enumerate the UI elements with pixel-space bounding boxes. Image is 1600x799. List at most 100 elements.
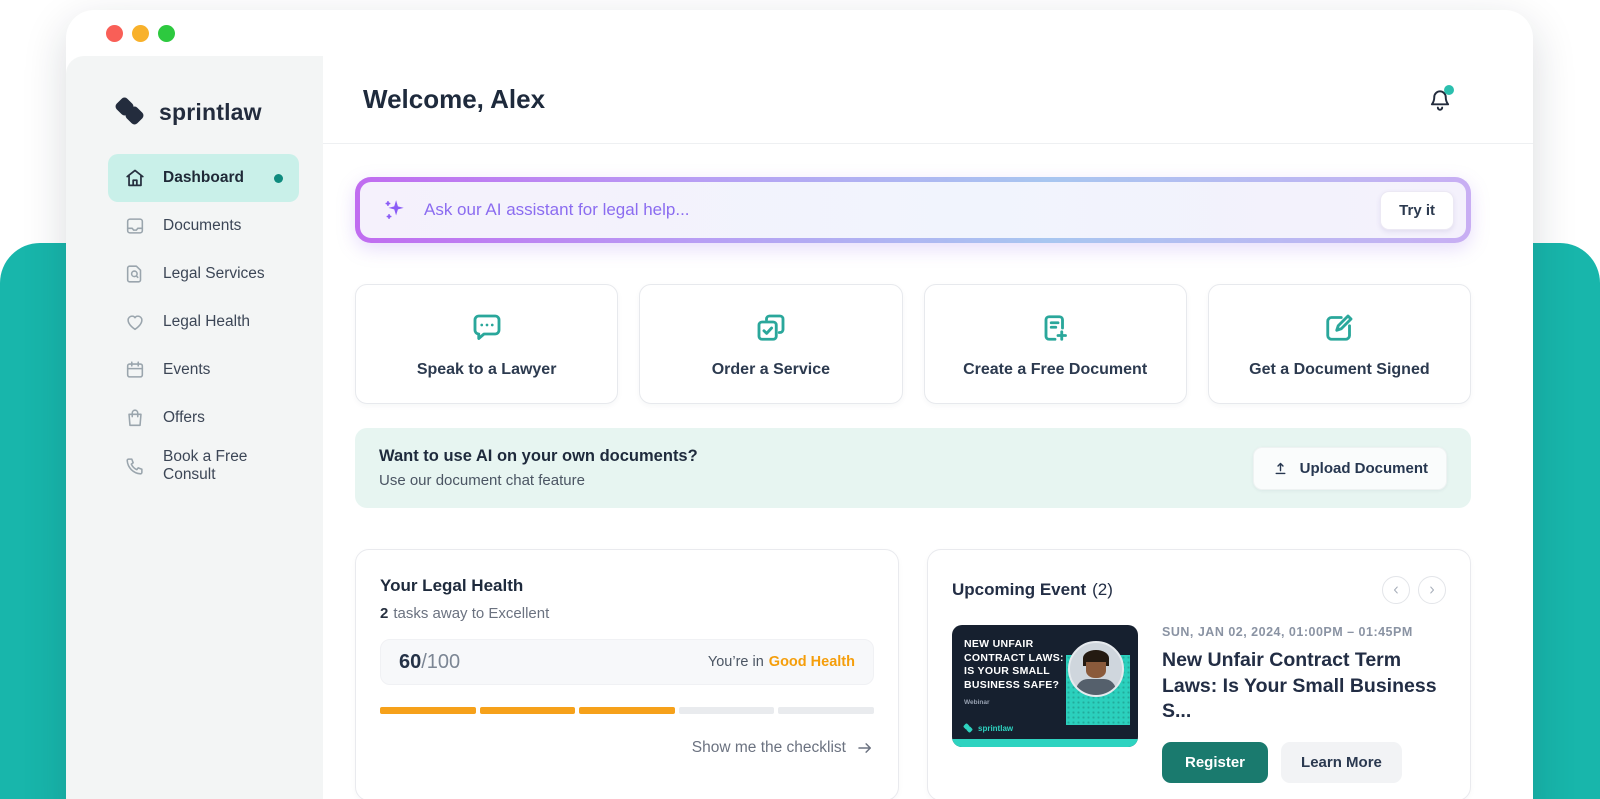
get-signed-card[interactable]: Get a Document Signed bbox=[1207, 284, 1471, 404]
event-count: (2) bbox=[1092, 580, 1113, 599]
sidebar-item-legal-health[interactable]: Legal Health bbox=[108, 298, 299, 346]
sprintlaw-logo-icon bbox=[113, 95, 148, 128]
upload-icon bbox=[1275, 462, 1286, 474]
active-dot bbox=[274, 173, 283, 183]
legal-health-title: Your Legal Health bbox=[380, 576, 524, 595]
sidebar-item-dashboard[interactable]: Dashboard bbox=[108, 154, 299, 202]
event-body: NEW UNFAIR CONTRACT LAWS: IS YOUR SMALL … bbox=[952, 625, 1446, 784]
speaker-photo bbox=[1068, 641, 1124, 697]
legal-health-progress bbox=[380, 707, 874, 714]
arrow-right-icon bbox=[858, 743, 871, 753]
chevron-right-icon bbox=[1430, 586, 1434, 594]
progress-segment bbox=[579, 707, 675, 714]
dashboard-content: Ask our AI assistant for legal help... T… bbox=[323, 144, 1533, 799]
document-icon bbox=[126, 218, 144, 234]
sidebar-item-label: Book a Free Consult bbox=[163, 448, 248, 483]
bottom-panels: Your Legal Health 2 tasks away to Excell… bbox=[355, 549, 1471, 799]
show-checklist-link[interactable]: Show me the checklist bbox=[380, 739, 874, 757]
phone-icon bbox=[126, 458, 143, 475]
event-card-title: Upcoming Event (2) bbox=[952, 580, 1113, 600]
quick-actions: Speak to a Lawyer Order a Service Create… bbox=[355, 284, 1471, 404]
sidebar-item-label: Dashboard bbox=[163, 169, 244, 186]
document-plus-icon bbox=[1044, 314, 1068, 341]
upload-document-button[interactable]: Upload Document bbox=[1252, 446, 1447, 490]
sprintlaw-logo-icon bbox=[962, 722, 974, 734]
event-header: Upcoming Event (2) bbox=[952, 576, 1446, 604]
order-service-card[interactable]: Order a Service bbox=[639, 284, 903, 404]
progress-segment bbox=[678, 707, 775, 714]
edit-sign-icon bbox=[1326, 314, 1353, 341]
speak-to-lawyer-card[interactable]: Speak to a Lawyer bbox=[355, 284, 619, 404]
upload-banner-subtitle: Use our document chat feature bbox=[379, 472, 585, 489]
action-label: Create a Free Document bbox=[963, 360, 1148, 378]
main-area: Welcome, Alex Ask our AI assistant for l… bbox=[323, 56, 1533, 799]
event-title-text: Upcoming Event bbox=[952, 580, 1087, 599]
create-document-card[interactable]: Create a Free Document bbox=[923, 284, 1187, 404]
progress-segment bbox=[479, 707, 576, 714]
event-carousel-nav bbox=[1382, 576, 1446, 604]
page: sprintlaw Dashboard Documents Legal Serv… bbox=[0, 0, 1600, 799]
sidebar-item-label: Legal Services bbox=[163, 265, 265, 282]
event-info: SUN, JAN 02, 2024, 01:00PM – 01:45PM New… bbox=[1162, 625, 1446, 784]
sidebar: sprintlaw Dashboard Documents Legal Serv… bbox=[66, 56, 323, 799]
sidebar-item-documents[interactable]: Documents bbox=[108, 202, 299, 250]
chat-bubble-icon bbox=[473, 314, 501, 340]
home-icon bbox=[126, 169, 144, 187]
sidebar-item-label: Documents bbox=[163, 217, 242, 234]
learn-more-button[interactable]: Learn More bbox=[1281, 742, 1402, 784]
page-title: Welcome, Alex bbox=[363, 84, 546, 114]
health-status-label: Good Health bbox=[768, 654, 855, 670]
sidebar-item-book-consult[interactable]: Book a Free Consult bbox=[108, 442, 299, 490]
checklist-link-label: Show me the checklist bbox=[691, 739, 846, 756]
sidebar-item-offers[interactable]: Offers bbox=[108, 394, 299, 442]
sparkle-icon bbox=[382, 197, 408, 223]
thumbnail-brand: sprintlaw bbox=[962, 722, 1014, 734]
app-window: sprintlaw Dashboard Documents Legal Serv… bbox=[66, 10, 1533, 799]
tasks-text: tasks away to Excellent bbox=[393, 605, 550, 622]
zoom-window-button[interactable] bbox=[158, 24, 175, 42]
register-button[interactable]: Register bbox=[1162, 742, 1269, 784]
action-label: Order a Service bbox=[711, 360, 831, 378]
health-status-prefix: You’re in bbox=[707, 654, 764, 670]
ai-assistant-banner[interactable]: Ask our AI assistant for legal help... T… bbox=[355, 177, 1471, 243]
upload-banner-title: Want to use AI on your own documents? bbox=[379, 447, 698, 465]
try-it-button[interactable]: Try it bbox=[1380, 190, 1454, 230]
health-score: 60 bbox=[399, 650, 422, 673]
heart-icon bbox=[127, 315, 143, 331]
sidebar-nav: Dashboard Documents Legal Services Legal… bbox=[108, 154, 299, 490]
upload-banner: Want to use AI on your own documents? Us… bbox=[355, 428, 1471, 508]
progress-segment bbox=[380, 707, 476, 714]
sidebar-item-label: Events bbox=[163, 361, 211, 378]
progress-segment bbox=[778, 707, 874, 714]
document-search-icon bbox=[126, 265, 142, 283]
order-check-icon bbox=[757, 314, 785, 341]
upcoming-event-card: Upcoming Event (2) NEW UNFAIR CONTRACT L… bbox=[927, 549, 1471, 799]
legal-health-subtitle: 2 tasks away to Excellent bbox=[380, 605, 874, 622]
notifications-button[interactable] bbox=[1427, 84, 1454, 113]
carousel-next-button[interactable] bbox=[1418, 576, 1446, 604]
sidebar-item-label: Legal Health bbox=[163, 313, 251, 330]
upload-button-label: Upload Document bbox=[1299, 459, 1428, 477]
sidebar-item-legal-services[interactable]: Legal Services bbox=[108, 250, 299, 298]
brand-name: sprintlaw bbox=[159, 98, 262, 125]
carousel-prev-button[interactable] bbox=[1382, 576, 1410, 604]
sidebar-item-events[interactable]: Events bbox=[108, 346, 299, 394]
thumbnail-heading: NEW UNFAIR CONTRACT LAWS: IS YOUR SMALL … bbox=[964, 638, 1064, 691]
sidebar-item-label: Offers bbox=[163, 409, 205, 426]
page-header: Welcome, Alex bbox=[323, 56, 1533, 144]
event-thumbnail[interactable]: NEW UNFAIR CONTRACT LAWS: IS YOUR SMALL … bbox=[952, 625, 1138, 747]
action-label: Speak to a Lawyer bbox=[416, 360, 557, 378]
shopping-bag-icon bbox=[128, 409, 142, 427]
ai-prompt-text[interactable]: Ask our AI assistant for legal help... bbox=[424, 200, 690, 220]
event-name: New Unfair Contract Term Laws: Is Your S… bbox=[1162, 649, 1437, 723]
thumbnail-strip bbox=[952, 739, 1138, 747]
health-score-max: /100 bbox=[421, 650, 461, 673]
window-titlebar bbox=[66, 10, 1533, 56]
thumbnail-brand-name: sprintlaw bbox=[978, 723, 1014, 733]
minimize-window-button[interactable] bbox=[132, 24, 149, 42]
event-buttons: Register Learn More bbox=[1162, 742, 1446, 784]
action-label: Get a Document Signed bbox=[1249, 360, 1430, 378]
chevron-left-icon bbox=[1394, 586, 1398, 594]
close-window-button[interactable] bbox=[106, 24, 123, 42]
event-datetime: SUN, JAN 02, 2024, 01:00PM – 01:45PM bbox=[1162, 625, 1413, 639]
